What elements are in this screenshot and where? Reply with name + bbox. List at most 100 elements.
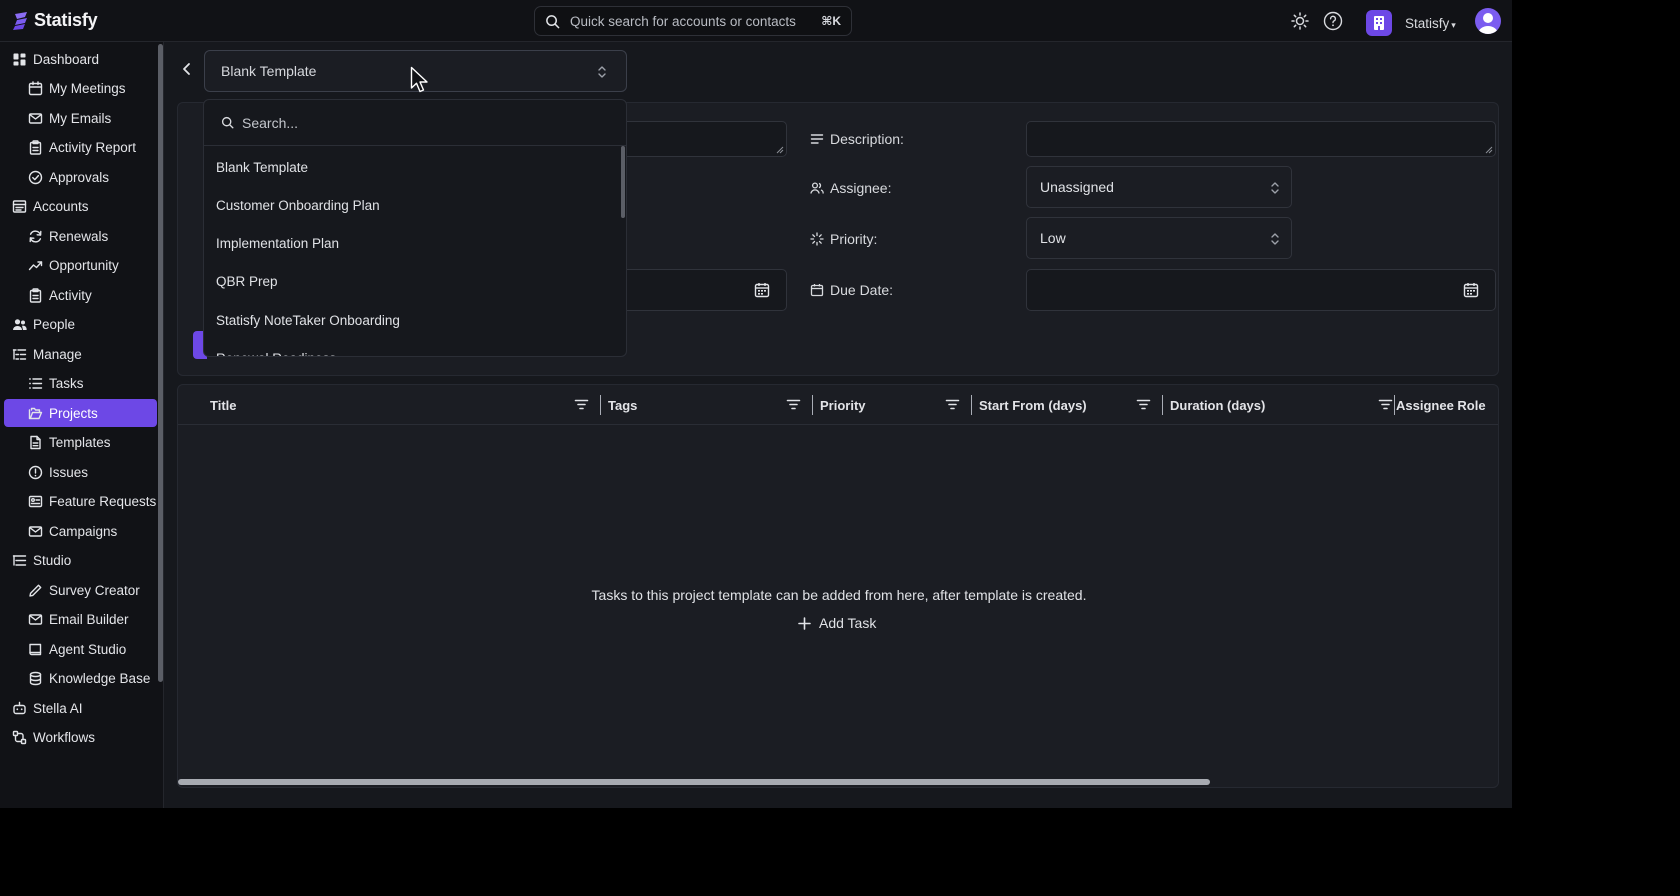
sidebar-item-email-builder[interactable]: Email Builder: [4, 606, 157, 634]
sidebar-item-label: Opportunity: [49, 258, 119, 273]
sidebar-item-renewals[interactable]: Renewals: [4, 222, 157, 250]
check-circle-icon: [28, 170, 43, 184]
column-resizer[interactable]: [971, 395, 972, 415]
workspace-badge[interactable]: [1366, 10, 1392, 36]
sun-icon[interactable]: [1290, 11, 1310, 31]
chevron-up-down-icon: [1271, 233, 1279, 245]
dropdown-option[interactable]: Renewal Readiness: [204, 340, 622, 356]
mail-icon: [28, 614, 43, 625]
dropdown-option[interactable]: Implementation Plan: [204, 225, 622, 263]
sidebar-item-issues[interactable]: Issues: [4, 458, 157, 486]
workspace-name: Statisfy: [1405, 16, 1450, 31]
sidebar-item-accounts[interactable]: Accounts: [4, 193, 157, 221]
column-header[interactable]: Duration (days): [1170, 385, 1265, 425]
chevron-down-icon: ▾: [1451, 20, 1456, 30]
table-horizontal-scrollbar[interactable]: [178, 779, 1210, 785]
sidebar-item-stella-ai[interactable]: Stella AI: [4, 694, 157, 722]
sidebar-item-people[interactable]: People: [4, 311, 157, 339]
dropdown-option[interactable]: QBR Prep: [204, 263, 622, 301]
sidebar-item-approvals[interactable]: Approvals: [4, 163, 157, 191]
filter-icon[interactable]: [1378, 397, 1393, 412]
sidebar-item-manage[interactable]: Manage: [4, 340, 157, 368]
app-logo[interactable]: Statisfy: [12, 10, 98, 31]
sidebar-item-label: Accounts: [33, 199, 89, 214]
sidebar-item-dashboard[interactable]: Dashboard: [4, 45, 157, 73]
folder-icon: [28, 407, 43, 419]
sidebar-item-label: Activity: [49, 287, 92, 303]
column-header[interactable]: Tags: [608, 385, 637, 425]
sidebar-item-label: Stella AI: [33, 700, 83, 716]
column-header[interactable]: Start From (days): [979, 385, 1087, 425]
global-search[interactable]: ⌘K: [534, 6, 852, 36]
sidebar-item-projects[interactable]: Projects: [4, 399, 157, 427]
refresh-icon: [29, 229, 42, 243]
sidebar-item-label: Projects: [49, 405, 98, 421]
feature-icon: [28, 495, 43, 508]
filter-icon[interactable]: [574, 397, 589, 412]
sidebar-item-opportunity[interactable]: Opportunity: [4, 252, 157, 280]
bot-icon: [13, 701, 26, 714]
column-resizer[interactable]: [812, 395, 813, 415]
sidebar-item-knowledge-base[interactable]: Knowledge Base: [4, 665, 157, 693]
sidebar-item-label: Workflows: [33, 730, 96, 745]
calendar-icon[interactable]: [754, 282, 770, 298]
column-header[interactable]: Assignee Role: [1396, 385, 1486, 425]
top-bar: Statisfy ⌘K: [0, 0, 1512, 42]
sidebar-item-activity[interactable]: Activity: [4, 281, 157, 309]
sidebar-item-survey-creator[interactable]: Survey Creator: [4, 576, 157, 604]
sidebar-item-label: Tasks: [49, 376, 84, 391]
mouse-cursor-icon: [410, 66, 428, 93]
assignee-select[interactable]: Unassigned: [1026, 166, 1292, 208]
alert-icon: [28, 465, 43, 479]
sidebar-item-label: Dashboard: [33, 51, 100, 67]
sidebar-item-tasks[interactable]: Tasks: [4, 370, 157, 398]
add-task-button[interactable]: Add Task: [798, 611, 876, 635]
sidebar-item-campaigns[interactable]: Campaigns: [4, 517, 157, 545]
sidebar-item-studio[interactable]: Studio: [4, 547, 157, 575]
list-icon: [29, 378, 43, 389]
sidebar-item-templates[interactable]: Templates: [4, 429, 157, 457]
sidebar-scrollbar[interactable]: [158, 44, 163, 682]
sidebar-item-activity-report[interactable]: Activity Report: [4, 134, 157, 162]
due-date-field[interactable]: [1026, 269, 1496, 311]
manage-icon: [12, 348, 27, 360]
filter-icon[interactable]: [786, 397, 801, 412]
dropdown-scrollbar[interactable]: [621, 146, 625, 218]
column-resizer[interactable]: [1394, 395, 1395, 415]
mail-icon: [28, 112, 43, 124]
dropdown-option[interactable]: Statisfy NoteTaker Onboarding: [204, 301, 622, 339]
users-icon: [810, 182, 824, 194]
help-icon[interactable]: [1323, 11, 1343, 31]
dropdown-option[interactable]: Blank Template: [204, 148, 622, 186]
user-icon: [1478, 13, 1498, 34]
building-icon: [1374, 16, 1384, 30]
sidebar-item-feature-requests[interactable]: Feature Requests: [4, 488, 157, 516]
workspace-switcher[interactable]: Statisfy ▾: [1405, 16, 1456, 31]
column-resizer[interactable]: [600, 395, 601, 415]
sidebar-item-workflows[interactable]: Workflows: [4, 724, 157, 752]
database-icon: [29, 671, 42, 686]
back-arrow-icon[interactable]: [178, 60, 196, 78]
column-header[interactable]: Title: [210, 385, 237, 425]
priority-select[interactable]: Low: [1026, 217, 1292, 259]
filter-icon[interactable]: [1136, 397, 1151, 412]
global-search-input[interactable]: [570, 13, 822, 29]
sidebar-item-agent-studio[interactable]: Agent Studio: [4, 635, 157, 663]
column-header[interactable]: Priority: [820, 385, 866, 425]
clipboard-icon: [29, 287, 42, 303]
dropdown-search[interactable]: [204, 100, 626, 146]
dropdown-option[interactable]: Customer Onboarding Plan: [204, 186, 622, 224]
calendar-icon[interactable]: [1463, 282, 1479, 298]
sidebar-item-label: Studio: [33, 553, 72, 568]
dropdown-search-input[interactable]: [242, 114, 602, 131]
loader-icon: [810, 232, 824, 246]
user-avatar[interactable]: [1475, 8, 1501, 34]
sidebar-item-my-meetings[interactable]: My Meetings: [4, 75, 157, 103]
chevron-up-down-icon: [1271, 182, 1279, 194]
description-field[interactable]: [1026, 121, 1496, 157]
search-icon: [221, 116, 234, 129]
column-resizer[interactable]: [1162, 395, 1163, 415]
sidebar-item-my-emails[interactable]: My Emails: [4, 104, 157, 132]
resize-handle-icon: [1485, 146, 1493, 154]
filter-icon[interactable]: [945, 397, 960, 412]
